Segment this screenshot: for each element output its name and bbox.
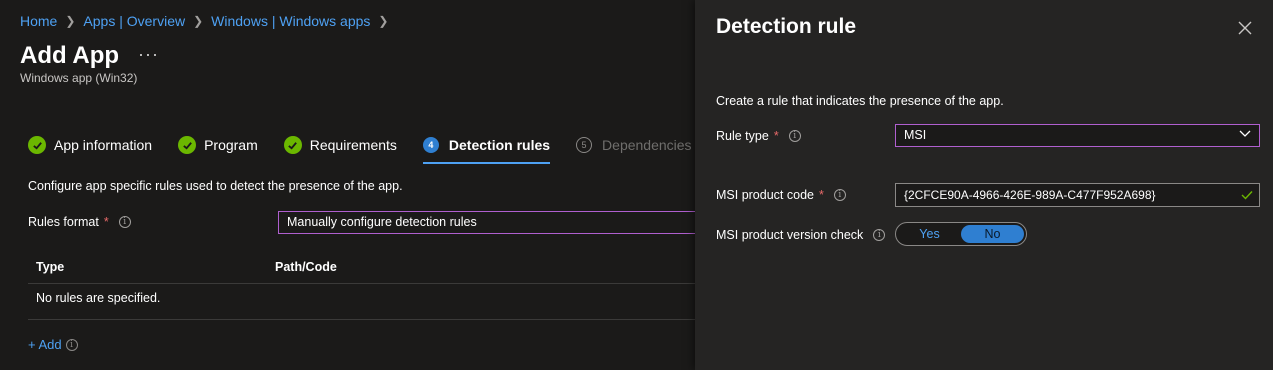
rule-type-value: MSI [904, 128, 927, 142]
info-icon[interactable]: i [118, 216, 131, 228]
column-header-path-code: Path/Code [275, 260, 337, 274]
panel-description: Create a rule that indicates the presenc… [716, 94, 1004, 108]
checkmark-icon [1241, 191, 1253, 200]
column-header-type: Type [36, 260, 65, 274]
step-dependencies: 5 Dependencies [576, 134, 692, 156]
add-app-page: Home ❯ Apps | Overview ❯ Windows | Windo… [0, 0, 695, 370]
step-app-information[interactable]: App information [28, 134, 152, 156]
info-icon[interactable]: i [873, 229, 886, 241]
table-divider [28, 283, 695, 284]
toggle-option-no[interactable]: No [961, 225, 1024, 243]
info-icon[interactable]: i [65, 338, 78, 351]
wizard-steps: App information Program Requirements 4 D… [28, 134, 695, 164]
info-icon[interactable]: i [833, 189, 846, 201]
chevron-down-icon [1239, 130, 1251, 137]
step-requirements[interactable]: Requirements [283, 134, 397, 156]
version-check-label-text: MSI product version check [716, 228, 864, 242]
add-rule-label: + Add [28, 337, 62, 352]
rules-format-label-text: Rules format [28, 215, 99, 229]
checkmark-icon [283, 136, 302, 154]
toggle-option-yes[interactable]: Yes [898, 225, 961, 243]
rules-format-dropdown[interactable]: Manually configure detection rules [278, 211, 695, 234]
step-program[interactable]: Program [178, 134, 258, 156]
step-label: Program [204, 137, 258, 153]
breadcrumb-apps-overview[interactable]: Apps | Overview [83, 13, 185, 29]
product-code-label: MSI product code * i [716, 188, 846, 202]
version-check-toggle[interactable]: Yes No [895, 222, 1027, 246]
step-number-badge: 4 [422, 137, 439, 153]
product-code-input[interactable]: {2CFCE90A-4966-426E-989A-C477F952A698} [895, 183, 1260, 207]
rule-type-label: Rule type * i [716, 129, 801, 143]
step-number-badge: 5 [576, 137, 593, 153]
required-indicator: * [103, 215, 109, 229]
step-detection-rules[interactable]: 4 Detection rules [422, 134, 551, 164]
checkmark-icon [178, 136, 197, 154]
empty-table-message: No rules are specified. [36, 291, 161, 305]
breadcrumb-home[interactable]: Home [20, 13, 57, 29]
product-code-value: {2CFCE90A-4966-426E-989A-C477F952A698} [904, 188, 1156, 202]
chevron-right-icon: ❯ [193, 14, 204, 28]
add-rule-link[interactable]: + Add i [28, 337, 78, 352]
close-icon[interactable] [1238, 21, 1252, 35]
step-label: Requirements [309, 137, 397, 153]
breadcrumb-windows-apps[interactable]: Windows | Windows apps [211, 13, 370, 29]
version-check-label: MSI product version check i [716, 228, 886, 242]
rule-type-label-text: Rule type [716, 129, 769, 143]
step-label: Detection rules [448, 137, 551, 153]
page-subtitle: Windows app (Win32) [20, 71, 138, 85]
page-title: Add App [20, 42, 120, 69]
rule-type-dropdown[interactable]: MSI [895, 124, 1260, 147]
rules-format-label: Rules format * i [28, 215, 131, 229]
step-label: Dependencies [602, 137, 692, 153]
more-options-button[interactable]: ··· [138, 44, 159, 65]
checkmark-icon [28, 136, 46, 154]
detection-rule-panel: Detection rule Create a rule that indica… [695, 0, 1273, 370]
required-indicator: * [773, 129, 779, 143]
table-divider [28, 319, 695, 320]
panel-title: Detection rule [716, 15, 857, 38]
chevron-right-icon: ❯ [65, 14, 76, 28]
breadcrumb: Home ❯ Apps | Overview ❯ Windows | Windo… [20, 13, 396, 29]
product-code-label-text: MSI product code [716, 188, 814, 202]
required-indicator: * [818, 188, 824, 202]
step-label: App information [54, 137, 153, 153]
info-icon[interactable]: i [788, 130, 801, 142]
detection-description: Configure app specific rules used to det… [28, 179, 403, 193]
chevron-right-icon: ❯ [378, 14, 389, 28]
